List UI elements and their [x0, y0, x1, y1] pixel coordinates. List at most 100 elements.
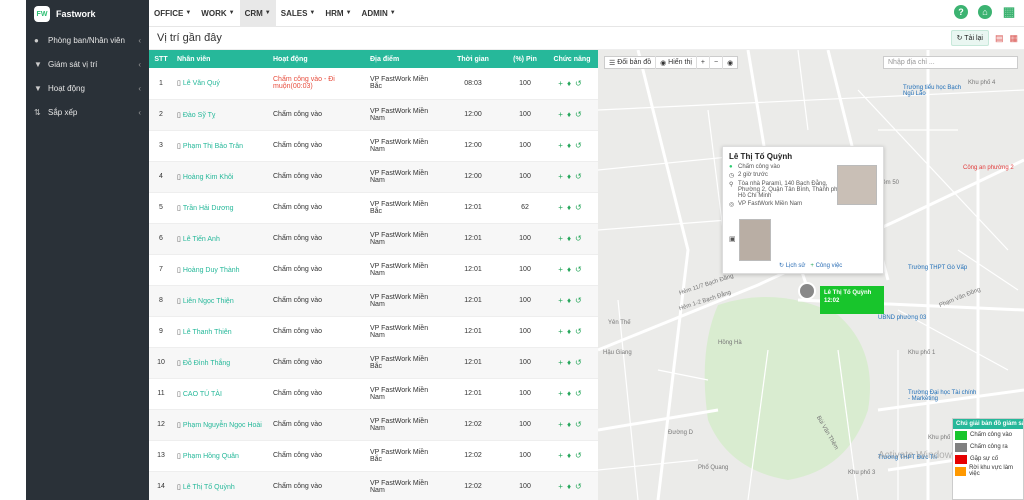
plus-icon[interactable]: +	[558, 451, 567, 460]
work-link[interactable]: + Công việc	[810, 263, 842, 269]
cell-employee[interactable]: ▯ Đào Sỹ Tỵ	[173, 99, 269, 131]
cell-employee[interactable]: ▯ Lê Thị Tố Quỳnh	[173, 471, 269, 500]
history-icon[interactable]: ↺	[575, 141, 586, 150]
cell-employee[interactable]: ▯ Lê Thanh Thiên	[173, 316, 269, 348]
sidebar-item-departments[interactable]: ● Phòng ban/Nhân viên ‹	[26, 28, 149, 52]
cell-employee[interactable]: ▯ Trần Hải Dương	[173, 192, 269, 224]
bell-icon[interactable]: ♦	[567, 234, 575, 243]
history-icon[interactable]: ↺	[575, 451, 586, 460]
reload-button[interactable]: ↻ Tải lại	[950, 30, 989, 46]
employee-name-link[interactable]: Hoàng Duy Thành	[183, 267, 240, 274]
menu-crm[interactable]: CRM ▼	[239, 0, 276, 27]
map-switch-button[interactable]: ☰ Đổi bản đồ	[605, 56, 657, 69]
history-icon[interactable]: ↺	[575, 79, 586, 88]
history-icon[interactable]: ↺	[575, 482, 586, 491]
menu-admin[interactable]: ADMIN ▼	[357, 0, 401, 27]
plus-icon[interactable]: +	[558, 389, 567, 398]
table-row[interactable]: 5 ▯ Trần Hải Dương Chấm công vào VP FastWork…	[149, 192, 598, 224]
table-row[interactable]: 11 ▯ CAO TÚ TÀI Chấm công vào VP FastWork Mi…	[149, 378, 598, 410]
bell-icon[interactable]: ♦	[567, 141, 575, 150]
cell-employee[interactable]: ▯ Hoàng Kim Khôi	[173, 161, 269, 193]
plus-icon[interactable]: +	[558, 234, 567, 243]
cell-employee[interactable]: ▯ Phạm Hồng Quân	[173, 440, 269, 472]
employee-name-link[interactable]: Hoàng Kim Khôi	[183, 174, 234, 181]
employee-marker[interactable]	[798, 282, 816, 300]
zoom-in-button[interactable]: +	[697, 56, 710, 69]
address-search-input[interactable]: Nhập địa chỉ ...	[883, 56, 1018, 69]
employee-name-link[interactable]: Phạm Nguyễn Ngọc Hoài	[183, 422, 262, 429]
employee-name-link[interactable]: Phạm Thị Bảo Trân	[183, 143, 243, 150]
calendar-icon[interactable]: ▦	[1009, 33, 1018, 44]
sidebar-item-activity[interactable]: ▼ Hoạt động ‹	[26, 76, 149, 100]
cell-employee[interactable]: ▯ Lê Tiến Anh	[173, 223, 269, 255]
table-row[interactable]: 2 ▯ Đào Sỹ Tỵ Chấm công vào VP FastWork Miền…	[149, 99, 598, 131]
bell-icon[interactable]: ♦	[567, 420, 575, 429]
cell-employee[interactable]: ▯ Phạm Thị Bảo Trân	[173, 130, 269, 162]
plus-icon[interactable]: +	[558, 172, 567, 181]
table-row[interactable]: 1 ▯ Lê Văn Quý Chấm công vào - Đi muộn(00:0…	[149, 68, 598, 100]
plus-icon[interactable]: +	[558, 265, 567, 274]
bell-icon[interactable]: ♦	[567, 389, 575, 398]
apps-grid-icon[interactable]: ▦	[1002, 4, 1016, 19]
cell-employee[interactable]: ▯ Phạm Nguyễn Ngọc Hoài	[173, 409, 269, 441]
cell-employee[interactable]: ▯ CAO TÚ TÀI	[173, 378, 269, 410]
sidebar-item-location-monitor[interactable]: ▼ Giám sát vị trí ‹	[26, 52, 149, 76]
plus-icon[interactable]: +	[558, 420, 567, 429]
bell-icon[interactable]: ♦	[567, 110, 575, 119]
plus-icon[interactable]: +	[558, 110, 567, 119]
menu-sales[interactable]: SALES ▼	[276, 0, 321, 27]
home-icon[interactable]: ⌂	[978, 5, 992, 19]
history-icon[interactable]: ↺	[575, 327, 586, 336]
sidebar-item-sort[interactable]: ⇅ Sắp xếp ‹	[26, 100, 149, 124]
history-icon[interactable]: ↺	[575, 420, 586, 429]
plus-icon[interactable]: +	[558, 79, 567, 88]
cell-employee[interactable]: ▯ Liên Ngọc Thiện	[173, 285, 269, 317]
history-icon[interactable]: ↺	[575, 203, 586, 212]
employee-name-link[interactable]: Liên Ngọc Thiện	[183, 298, 234, 305]
employee-name-link[interactable]: Trần Hải Dương	[183, 205, 234, 212]
bell-icon[interactable]: ♦	[567, 296, 575, 305]
table-row[interactable]: 13 ▯ Phạm Hồng Quân Chấm công vào VP FastWor…	[149, 440, 598, 472]
history-icon[interactable]: ↺	[575, 296, 586, 305]
bell-icon[interactable]: ♦	[567, 172, 575, 181]
history-icon[interactable]: ↺	[575, 172, 586, 181]
table-row[interactable]: 12 ▯ Phạm Nguyễn Ngọc Hoài Chấm công vào VP …	[149, 409, 598, 441]
cell-employee[interactable]: ▯ Hoàng Duy Thành	[173, 254, 269, 286]
bell-icon[interactable]: ♦	[567, 358, 575, 367]
zoom-out-button[interactable]: −	[710, 56, 724, 69]
brand[interactable]: FW Fastwork	[26, 0, 149, 28]
bell-icon[interactable]: ♦	[567, 203, 575, 212]
history-icon[interactable]: ↺	[575, 110, 586, 119]
menu-office[interactable]: OFFICE ▼	[149, 0, 196, 27]
menu-work[interactable]: WORK ▼	[196, 0, 239, 27]
table-row[interactable]: 14 ▯ Lê Thị Tố Quỳnh Chấm công vào VP FastWo…	[149, 471, 598, 500]
marker-badge[interactable]: Lê Thị Tố Quỳnh 12:02	[820, 286, 884, 314]
employee-name-link[interactable]: Lê Thị Tố Quỳnh	[183, 484, 235, 491]
employee-name-link[interactable]: Lê Văn Quý	[183, 80, 220, 87]
menu-hrm[interactable]: HRM ▼	[320, 0, 356, 27]
history-icon[interactable]: ↺	[575, 234, 586, 243]
cell-employee[interactable]: ▯ Lê Văn Quý	[173, 68, 269, 100]
employee-name-link[interactable]: CAO TÚ TÀI	[183, 391, 222, 398]
plus-icon[interactable]: +	[558, 358, 567, 367]
plus-icon[interactable]: +	[558, 482, 567, 491]
map-view-icon[interactable]: ▤	[995, 33, 1004, 44]
employee-name-link[interactable]: Lê Tiến Anh	[183, 236, 220, 243]
plus-icon[interactable]: +	[558, 327, 567, 336]
table-row[interactable]: 9 ▯ Lê Thanh Thiên Chấm công vào VP FastWork…	[149, 316, 598, 348]
plus-icon[interactable]: +	[558, 296, 567, 305]
employee-photo[interactable]	[837, 165, 877, 205]
plus-icon[interactable]: +	[558, 141, 567, 150]
plus-icon[interactable]: +	[558, 203, 567, 212]
help-icon[interactable]: ?	[954, 5, 968, 19]
table-row[interactable]: 6 ▯ Lê Tiến Anh Chấm công vào VP FastWork Mi…	[149, 223, 598, 255]
bell-icon[interactable]: ♦	[567, 265, 575, 274]
globe-icon[interactable]: ◉	[723, 56, 737, 69]
table-row[interactable]: 8 ▯ Liên Ngọc Thiện Chấm công vào VP FastWor…	[149, 285, 598, 317]
table-row[interactable]: 10 ▯ Đỗ Đình Thắng Chấm công vào VP FastWork…	[149, 347, 598, 379]
history-icon[interactable]: ↺	[575, 265, 586, 274]
employee-name-link[interactable]: Đỗ Đình Thắng	[183, 360, 230, 367]
table-row[interactable]: 7 ▯ Hoàng Duy Thành Chấm công vào VP FastWor…	[149, 254, 598, 286]
cell-employee[interactable]: ▯ Đỗ Đình Thắng	[173, 347, 269, 379]
bell-icon[interactable]: ♦	[567, 482, 575, 491]
